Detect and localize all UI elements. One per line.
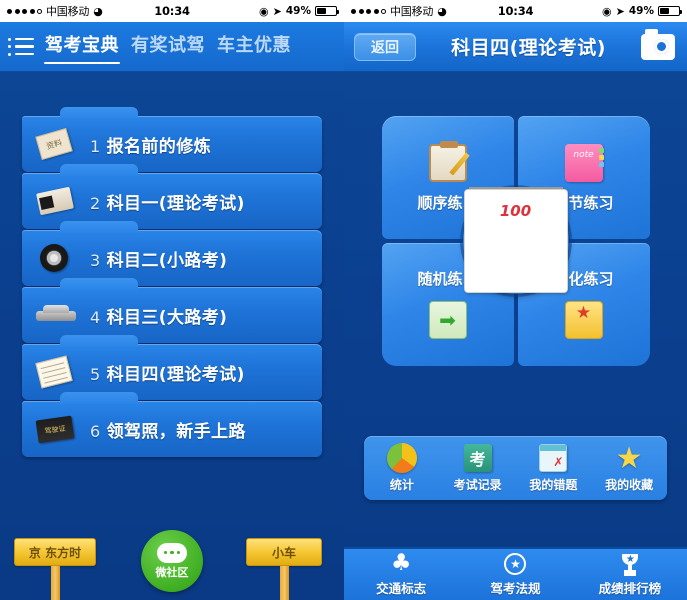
status-bar-right: 中国移动 ◕ 10:34 ◉ ➤ 49% (344, 0, 687, 22)
folder-label-6: 6 领驾照，新手上路 (90, 421, 246, 442)
tab-youjiangshijia[interactable]: 有奖试驾 (130, 29, 206, 64)
shortcut-favorites[interactable]: ★ 我的收藏 (591, 436, 667, 500)
star-icon: ★ (615, 440, 643, 476)
status-bar-left-group: 中国移动 ◕ (7, 3, 154, 19)
signpost-left-label: 京 东方时 (14, 538, 96, 566)
folder-item-6[interactable]: 6领驾照，新手上路 (22, 392, 322, 457)
status-bar-right-right-group: ◉ ➤ 49% (533, 4, 683, 18)
top-tab-bar: 驾考宝典 有奖试驾 车主优惠 (0, 22, 344, 72)
practice-mode-grid: 顺序练习 章节练习 随机练习 强化练习 模拟考试 (381, 116, 650, 366)
signal-strength-icon (7, 8, 42, 14)
star-card-icon (563, 299, 605, 341)
chat-bubble-icon (157, 542, 187, 563)
folder-label-1: 1 报名前的修炼 (90, 136, 211, 157)
status-bar-left: 中国移动 ◕ 10:34 ◉ ➤ 49% (0, 0, 344, 22)
camera-icon[interactable] (641, 28, 675, 60)
tabbar-traffic-signs[interactable]: 交通标志 (344, 549, 458, 600)
status-bar-clock: 10:34 (497, 4, 534, 18)
location-arrow-icon: ➤ (615, 4, 625, 18)
shortcut-label-3: 我的收藏 (605, 478, 654, 492)
dual-screenshot-container: 中国移动 ◕ 10:34 ◉ ➤ 49% 驾考宝典 有奖试驾 车主优惠 1报名前… (0, 0, 687, 600)
tabbar-label-0: 交通标志 (376, 580, 427, 596)
community-button[interactable]: 微社区 (141, 530, 203, 592)
tire-icon (26, 236, 90, 280)
status-bar-right-left-group: 中国移动 ◕ (351, 3, 498, 19)
tabbar-label-2: 成绩排行榜 (598, 580, 662, 596)
folder-label-3: 3 科目二(小路考) (90, 250, 228, 271)
tab-jiakaobaodian[interactable]: 驾考宝典 (44, 29, 120, 64)
shuffle-arrows-icon (427, 299, 469, 341)
battery-icon (315, 6, 340, 16)
wifi-icon: ◕ (93, 4, 103, 18)
status-bar-right-group: ◉ ➤ 49% (190, 4, 340, 18)
signpost-right-pole (279, 566, 289, 600)
status-bar-clock: 10:34 (154, 4, 190, 18)
battery-percent-label: 49% (628, 5, 655, 17)
star-circle-icon: ★ (504, 552, 527, 575)
tab-chezhuyouhui[interactable]: 车主优惠 (216, 29, 292, 64)
right-phone-screen: 中国移动 ◕ 10:34 ◉ ➤ 49% 返回 科目四(理论考试) 顺序练习 n… (344, 0, 687, 600)
shortcut-label-1: 考试记录 (453, 478, 502, 492)
back-button[interactable]: 返回 (354, 32, 416, 61)
signpost-car-type[interactable]: 小车 (246, 538, 322, 600)
wrong-answers-icon (538, 443, 568, 473)
folder-label-2: 2 科目一(理论考试) (90, 193, 245, 214)
notepad-icon (26, 350, 90, 394)
title-bar: 返回 科目四(理论考试) (344, 22, 687, 72)
clover-icon (391, 553, 412, 575)
car-icon (26, 293, 90, 337)
community-label: 微社区 (155, 565, 189, 579)
shortcut-statistics[interactable]: 统计 (364, 436, 440, 500)
location-arrow-icon: ➤ (272, 4, 282, 18)
battery-icon (658, 6, 683, 16)
bottom-tab-bar: 交通标志 ★ 驾考法规 ★ 成绩排行榜 (344, 547, 687, 600)
documents-icon (26, 122, 90, 166)
carrier-label: 中国移动 (390, 5, 434, 18)
signal-strength-icon (351, 8, 386, 14)
shortcut-exam-records[interactable]: 考试记录 (440, 436, 516, 500)
signpost-left-pole (50, 566, 60, 600)
tabbar-leaderboard[interactable]: ★ 成绩排行榜 (573, 549, 687, 600)
signpost-right-label: 小车 (246, 538, 322, 566)
book-icon (26, 179, 90, 223)
battery-percent-label: 49% (285, 5, 312, 17)
pink-notebook-icon (563, 142, 605, 184)
shortcut-label-2: 我的错题 (529, 478, 578, 492)
course-folder-list: 1报名前的修炼 2科目一(理论考试) 3科目二(小路考) 4科目三(大路考) 5… (0, 72, 344, 458)
pie-chart-icon (386, 443, 417, 473)
rotation-lock-icon: ◉ (602, 4, 612, 18)
bottom-widgets-left: 京 东方时 微社区 小车 (0, 514, 344, 600)
wifi-icon: ◕ (437, 4, 447, 18)
clipboard-pencil-icon (427, 141, 469, 184)
folder-label-5: 5 科目四(理论考试) (90, 364, 245, 385)
hamburger-menu-icon[interactable] (8, 37, 34, 57)
carrier-label: 中国移动 (46, 5, 90, 18)
tabbar-label-1: 驾考法规 (490, 580, 541, 596)
shortcut-wrong-questions[interactable]: 我的错题 (516, 436, 592, 500)
page-title: 科目四(理论考试) (451, 37, 606, 59)
rotation-lock-icon: ◉ (259, 4, 269, 18)
mock-exam-button[interactable]: 模拟考试 (462, 187, 569, 294)
folder-label-4: 4 科目三(大路考) (90, 307, 228, 328)
signpost-driving-school[interactable]: 京 东方时 (14, 538, 96, 600)
shortcut-bar: 统计 考试记录 我的错题 ★ 我的收藏 (364, 436, 667, 500)
tabbar-regulations[interactable]: ★ 驾考法规 (458, 549, 572, 600)
trophy-icon: ★ (619, 553, 641, 575)
license-card-icon (26, 407, 90, 451)
exam-book-icon (463, 443, 493, 473)
shortcut-label-0: 统计 (389, 478, 414, 492)
left-phone-screen: 中国移动 ◕ 10:34 ◉ ➤ 49% 驾考宝典 有奖试驾 车主优惠 1报名前… (0, 0, 344, 600)
